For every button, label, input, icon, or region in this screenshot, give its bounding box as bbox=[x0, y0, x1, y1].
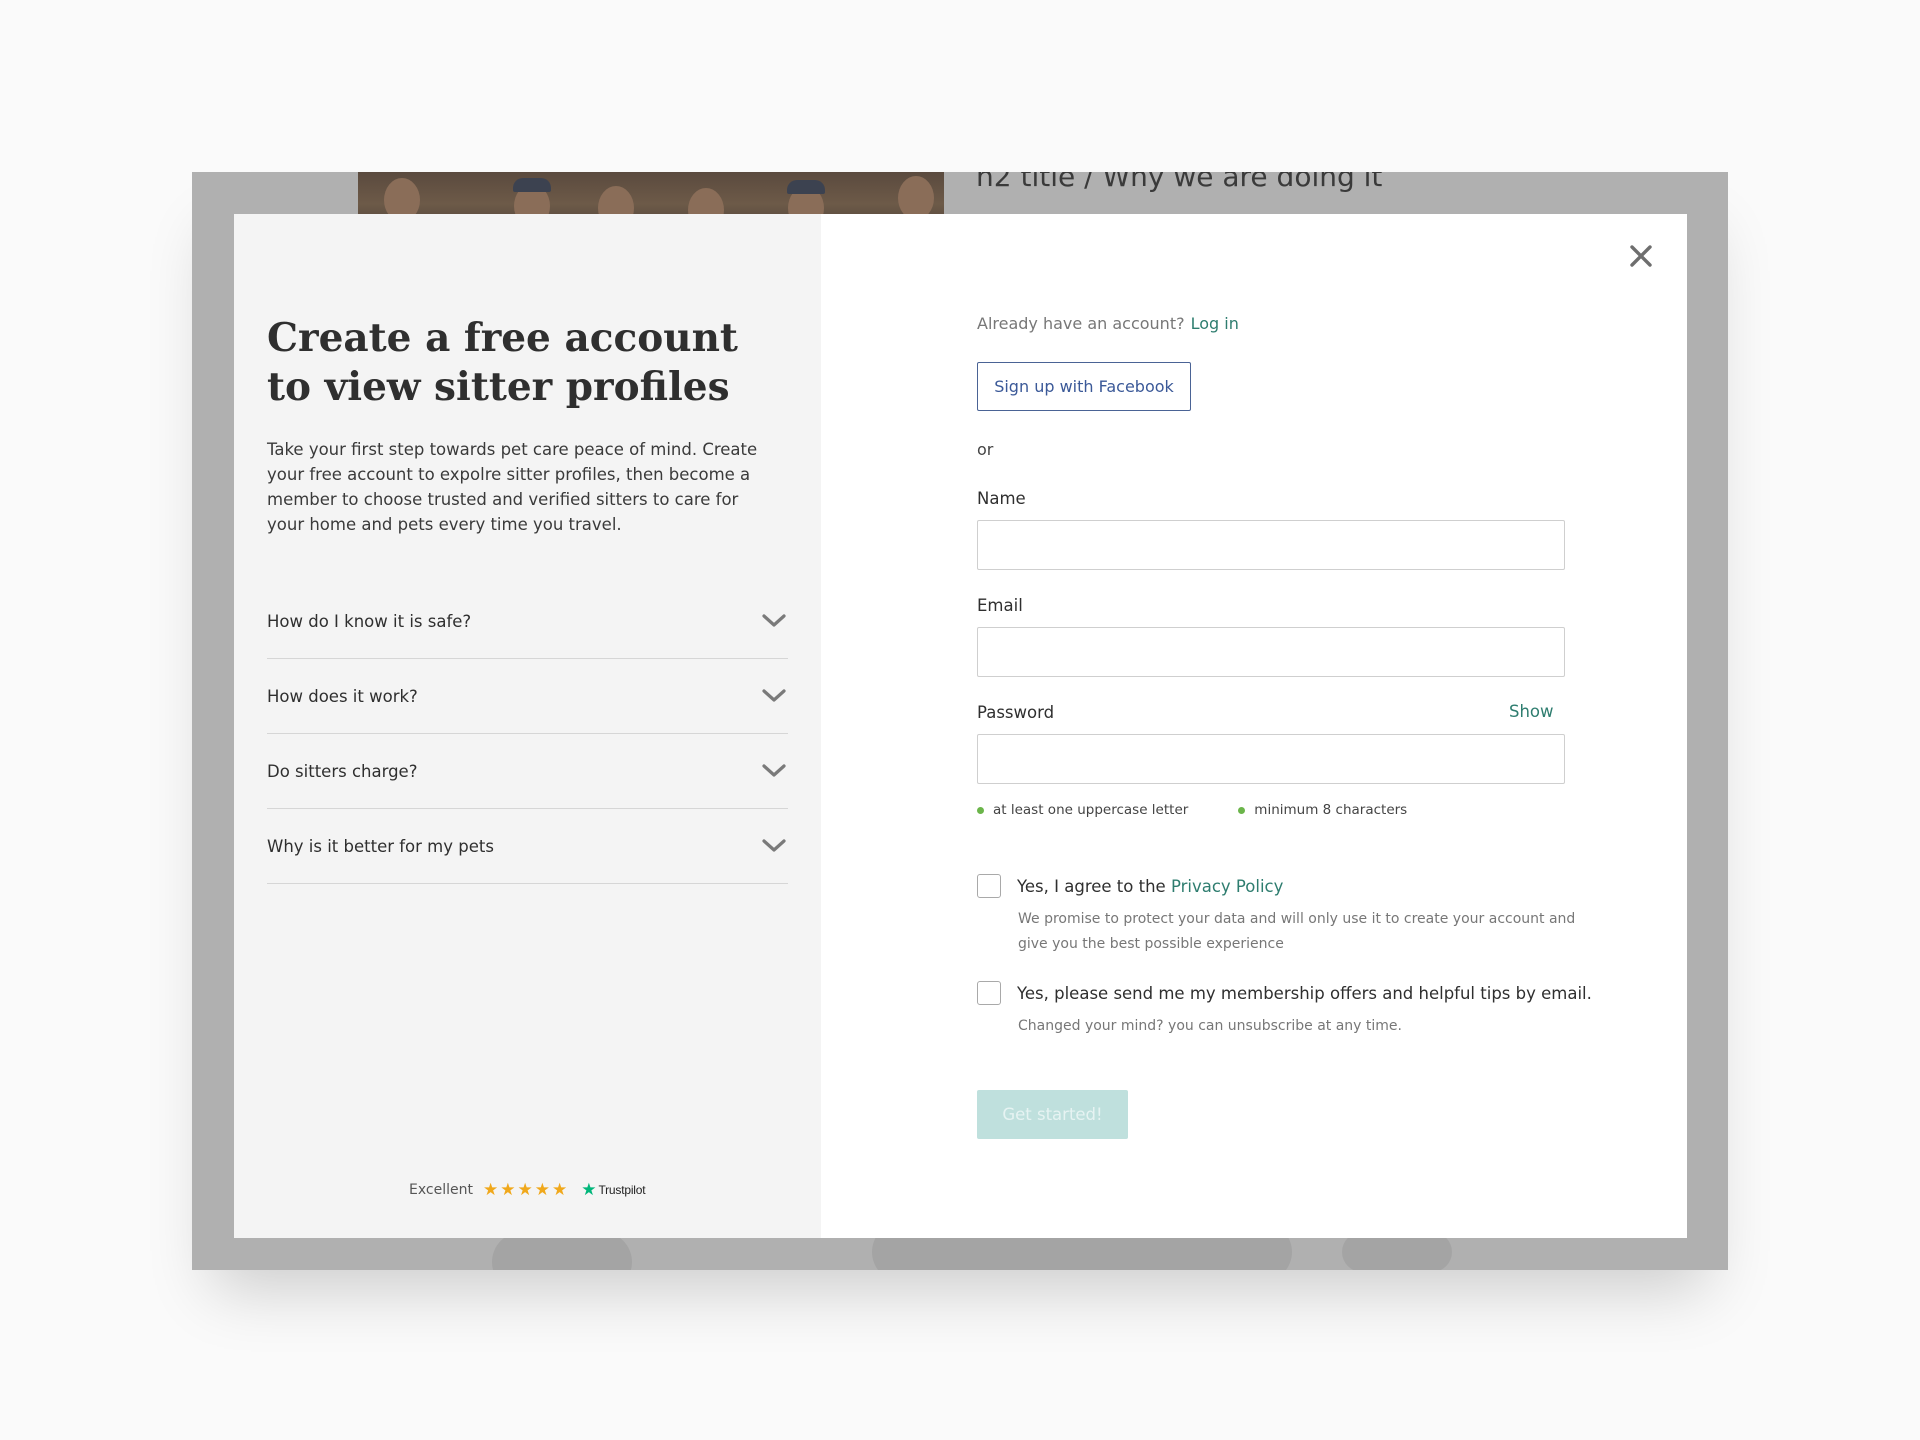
faq-item-charges[interactable]: Do sitters charge? bbox=[267, 734, 788, 809]
status-dot-icon bbox=[1238, 806, 1246, 814]
faq-question: Why is it better for my pets bbox=[267, 836, 494, 856]
chevron-down-icon[interactable] bbox=[760, 832, 788, 860]
modal-title: Create a free account to view sitter pro… bbox=[267, 315, 738, 410]
marketing-consent: Yes, please send me my membership offers… bbox=[977, 981, 1592, 1005]
status-dot-icon bbox=[977, 806, 984, 814]
star-icon: ★ bbox=[551, 1179, 568, 1200]
signup-modal: Create a free account to view sitter pro… bbox=[234, 214, 1687, 1238]
faq-accordion: How do I know it is safe? How does it wo… bbox=[267, 584, 788, 884]
faq-question: Do sitters charge? bbox=[267, 761, 418, 781]
show-password-link[interactable]: Show bbox=[1509, 702, 1554, 721]
privacy-label-text: Yes, I agree to the bbox=[1017, 876, 1166, 896]
chevron-down-icon[interactable] bbox=[760, 682, 788, 710]
email-label: Email bbox=[977, 596, 1023, 615]
trustpilot-label: Trustpilot bbox=[598, 1183, 646, 1197]
star-icon: ★ bbox=[534, 1179, 550, 1200]
privacy-checkbox[interactable] bbox=[977, 874, 1001, 898]
rating-text: Excellent bbox=[409, 1182, 473, 1198]
login-link[interactable]: Log in bbox=[1191, 314, 1239, 333]
marketing-label: Yes, please send me my membership offers… bbox=[1017, 983, 1592, 1003]
signup-form-panel: Already have an account? Log in Sign up w… bbox=[821, 214, 1687, 1238]
facebook-signup-button[interactable]: Sign up with Facebook bbox=[977, 362, 1191, 411]
faq-question: How does it work? bbox=[267, 686, 418, 706]
password-rule-text: minimum 8 characters bbox=[1254, 802, 1408, 818]
password-rule: minimum 8 characters bbox=[1238, 802, 1407, 818]
password-rule-text: at least one uppercase letter bbox=[993, 802, 1189, 818]
password-label: Password bbox=[977, 703, 1055, 722]
star-icon: ★ bbox=[517, 1179, 533, 1200]
chevron-down-icon[interactable] bbox=[760, 607, 788, 635]
trustpilot-rating: Excellent ★ ★ ★ ★ ★ ★ Trustpilot bbox=[409, 1179, 646, 1200]
privacy-policy-link[interactable]: Privacy Policy bbox=[1171, 877, 1283, 896]
star-icon: ★ bbox=[482, 1179, 499, 1200]
faq-item-safe[interactable]: How do I know it is safe? bbox=[267, 584, 788, 659]
rating-stars: ★ ★ ★ ★ ★ bbox=[482, 1179, 568, 1200]
marketing-note: Changed your mind? you can unsubscribe a… bbox=[1018, 1018, 1402, 1034]
password-requirements: at least one uppercase letter minimum 8 … bbox=[977, 802, 1407, 818]
marketing-checkbox[interactable] bbox=[977, 981, 1001, 1005]
get-started-button[interactable]: Get started! bbox=[977, 1090, 1128, 1139]
privacy-label: Yes, I agree to the Privacy Policy bbox=[1017, 877, 1283, 896]
privacy-consent: Yes, I agree to the Privacy Policy bbox=[977, 874, 1283, 898]
faq-question: How do I know it is safe? bbox=[267, 611, 472, 631]
password-rule: at least one uppercase letter bbox=[977, 802, 1188, 818]
email-input[interactable] bbox=[977, 627, 1565, 677]
faq-item-pets[interactable]: Why is it better for my pets bbox=[267, 809, 788, 884]
info-panel: Create a free account to view sitter pro… bbox=[234, 214, 821, 1238]
name-label: Name bbox=[977, 489, 1026, 508]
or-divider: or bbox=[977, 440, 994, 459]
privacy-note: We promise to protect your data and will… bbox=[1018, 911, 1576, 952]
faq-item-how-it-works[interactable]: How does it work? bbox=[267, 659, 788, 734]
login-prompt-text: Already have an account? bbox=[977, 314, 1185, 333]
name-input[interactable] bbox=[977, 520, 1565, 570]
chevron-down-icon[interactable] bbox=[760, 757, 788, 785]
trustpilot-logo: ★ Trustpilot bbox=[581, 1180, 645, 1200]
password-input[interactable] bbox=[977, 734, 1565, 784]
intro-text: Take your first step towards pet care pe… bbox=[267, 440, 758, 534]
trustpilot-star-icon: ★ bbox=[581, 1180, 597, 1200]
background-heading: h2 title / Why we are doing it bbox=[976, 172, 1383, 193]
close-icon[interactable] bbox=[1625, 240, 1657, 272]
star-icon: ★ bbox=[500, 1179, 516, 1200]
login-prompt: Already have an account? Log in bbox=[977, 314, 1239, 333]
